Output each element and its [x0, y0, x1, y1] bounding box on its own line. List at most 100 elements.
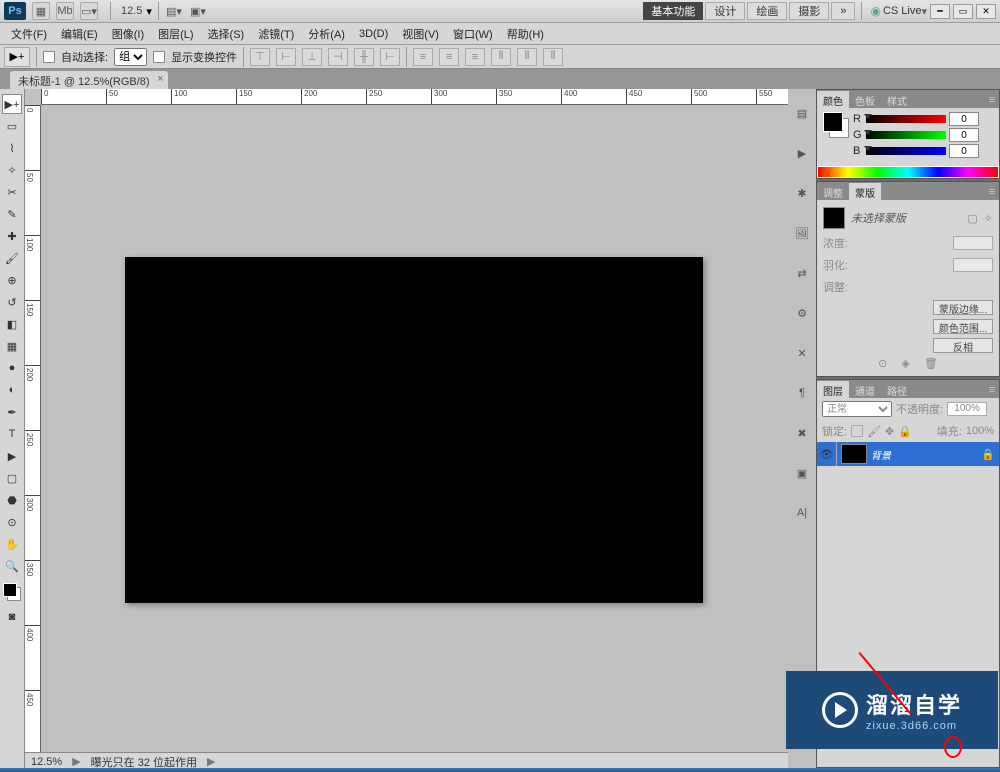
history-brush-tool-icon[interactable]: ↺: [2, 292, 22, 312]
menu-edit[interactable]: 编辑(E): [54, 23, 105, 45]
maximize-button[interactable]: ▭: [953, 4, 973, 19]
b-slider[interactable]: [866, 147, 946, 155]
zoom-dropdown[interactable]: ▾: [146, 5, 152, 18]
lock-all-icon[interactable]: 🔒: [898, 425, 912, 438]
cslive-dropdown[interactable]: ▾: [921, 5, 927, 18]
type-panel-icon[interactable]: A|: [792, 503, 812, 523]
brush-panel-icon[interactable]: ✱: [792, 183, 812, 203]
tool-presets-icon[interactable]: ⇄: [792, 263, 812, 283]
blend-mode-dropdown[interactable]: 正常: [822, 401, 892, 417]
feather-input[interactable]: [953, 258, 993, 272]
clone-panel-icon[interactable]: 🖼: [792, 223, 812, 243]
show-transform-checkbox[interactable]: [153, 51, 165, 63]
density-input[interactable]: [953, 236, 993, 250]
tab-style[interactable]: 样式: [881, 91, 913, 108]
status-arrow2-icon[interactable]: ▶: [207, 755, 215, 768]
canvas-stage[interactable]: [41, 105, 788, 752]
pixel-mask-icon[interactable]: ▢: [967, 212, 977, 225]
document-canvas[interactable]: [125, 257, 703, 603]
type-tool-icon[interactable]: T: [2, 424, 22, 444]
zoom-tool-icon[interactable]: 🔍: [2, 556, 22, 576]
close-icon[interactable]: ×: [157, 73, 163, 85]
shape-tool-icon[interactable]: ▢: [2, 468, 22, 488]
tab-color[interactable]: 颜色: [817, 91, 849, 108]
align-right-icon[interactable]: ⊢: [380, 48, 400, 66]
panel-menu-icon[interactable]: ≡: [985, 384, 999, 398]
layout-icon[interactable]: ▭▾: [80, 2, 98, 20]
zoom-value[interactable]: 12.5: [117, 5, 146, 17]
brush-tool-icon[interactable]: 🖌: [2, 248, 22, 268]
color-swatch[interactable]: [3, 583, 21, 601]
hand-tool-icon[interactable]: ✋: [2, 534, 22, 554]
lock-move-icon[interactable]: ✥: [885, 425, 894, 438]
minibridge-icon[interactable]: Mb: [56, 2, 74, 20]
layer-row-bg[interactable]: 👁 背景 🔒: [817, 442, 999, 466]
3d-camera-tool-icon[interactable]: ⊙: [2, 512, 22, 532]
delete-mask-icon[interactable]: 🗑: [924, 357, 938, 370]
wand-tool-icon[interactable]: ✧: [2, 160, 22, 180]
mask-edge-button[interactable]: 蒙版边缘...: [933, 300, 993, 315]
workspace-more-button[interactable]: »: [831, 2, 855, 20]
menu-analysis[interactable]: 分析(A): [301, 23, 352, 45]
close-button[interactable]: ✕: [976, 4, 996, 19]
status-arrow-icon[interactable]: ▶: [72, 755, 80, 768]
lasso-tool-icon[interactable]: ⌇: [2, 138, 22, 158]
fill-input[interactable]: 100%: [966, 425, 994, 437]
bridge-icon[interactable]: ▦: [32, 2, 50, 20]
taskbar[interactable]: [0, 768, 1000, 772]
screen-mode-icon[interactable]: ▣▾: [189, 2, 207, 20]
dist-top-icon[interactable]: ≡: [413, 48, 433, 66]
fg-color-icon[interactable]: [3, 583, 17, 597]
layer-name[interactable]: 背景: [871, 447, 981, 462]
panel-menu-icon[interactable]: ≡: [985, 186, 999, 200]
spectrum-bar[interactable]: [817, 166, 999, 178]
vector-mask-icon[interactable]: ✧: [984, 212, 993, 225]
workspace-design-button[interactable]: 设计: [705, 2, 745, 20]
menu-view[interactable]: 视图(V): [395, 23, 446, 45]
blur-tool-icon[interactable]: ●: [2, 358, 22, 378]
cslive-button[interactable]: CS Live: [883, 5, 922, 17]
path-select-tool-icon[interactable]: ▶: [2, 446, 22, 466]
align-left-icon[interactable]: ⊣: [328, 48, 348, 66]
lock-brush-icon[interactable]: 🖌: [867, 425, 881, 438]
3d-tool-icon[interactable]: ⬣: [2, 490, 22, 510]
invert-button[interactable]: 反相: [933, 338, 993, 353]
history-panel-icon[interactable]: ▤: [792, 103, 812, 123]
auto-select-dropdown[interactable]: 组: [114, 48, 147, 66]
g-input[interactable]: [949, 128, 979, 142]
fg-color-preview[interactable]: [823, 112, 843, 132]
heal-tool-icon[interactable]: ✚: [2, 226, 22, 246]
dist-bottom-icon[interactable]: ≡: [465, 48, 485, 66]
character-panel-icon[interactable]: ✕: [792, 343, 812, 363]
dist-right-icon[interactable]: ⦀: [543, 48, 563, 66]
align-bottom-icon[interactable]: ⊥: [302, 48, 322, 66]
auto-select-checkbox[interactable]: [43, 51, 55, 63]
menu-3d[interactable]: 3D(D): [352, 25, 395, 43]
lock-icon[interactable]: 🔒: [981, 448, 995, 461]
stamp-tool-icon[interactable]: ⊕: [2, 270, 22, 290]
menu-file[interactable]: 文件(F): [4, 23, 54, 45]
color-range-button[interactable]: 颜色范围...: [933, 319, 993, 334]
menu-window[interactable]: 窗口(W): [446, 23, 500, 45]
dist-left-icon[interactable]: ⦀: [491, 48, 511, 66]
move-tool-icon[interactable]: ▶+: [2, 94, 22, 114]
gradient-tool-icon[interactable]: ▦: [2, 336, 22, 356]
align-top-icon[interactable]: ⊤: [250, 48, 270, 66]
apply-mask-icon[interactable]: ◈: [901, 357, 909, 370]
menu-layer[interactable]: 图层(L): [151, 23, 200, 45]
info-panel-icon[interactable]: ▣: [792, 463, 812, 483]
eyedropper-tool-icon[interactable]: ✎: [2, 204, 22, 224]
b-input[interactable]: [949, 144, 979, 158]
tab-mask[interactable]: 蒙版: [849, 183, 881, 200]
crop-tool-icon[interactable]: ✂: [2, 182, 22, 202]
color-preview[interactable]: [823, 112, 849, 138]
status-zoom[interactable]: 12.5%: [31, 756, 62, 768]
load-mask-icon[interactable]: ⊙: [878, 357, 887, 370]
dodge-tool-icon[interactable]: ◐: [2, 380, 22, 400]
workspace-paint-button[interactable]: 绘画: [747, 2, 787, 20]
actions-panel-icon[interactable]: ▶: [792, 143, 812, 163]
visibility-icon[interactable]: 👁: [817, 442, 837, 466]
tab-paths[interactable]: 路径: [881, 381, 913, 398]
workspace-photo-button[interactable]: 摄影: [789, 2, 829, 20]
arrange-icon[interactable]: ▤▾: [165, 2, 183, 20]
